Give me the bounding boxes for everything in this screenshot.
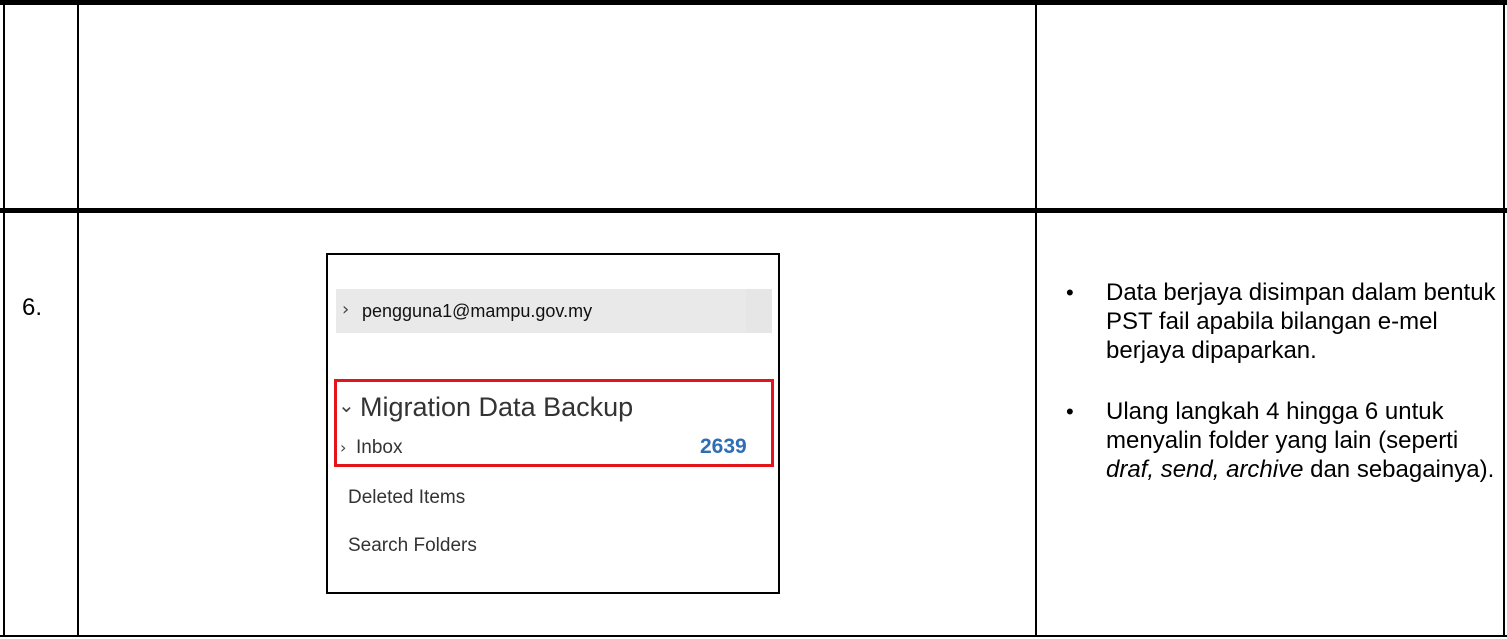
note-item: • Ulang langkah 4 hingga 6 untuk menyali… <box>1046 397 1496 484</box>
chevron-right-icon[interactable]: › <box>340 438 346 457</box>
note-italic-text: draf, send, archive <box>1106 456 1304 483</box>
table-top-border <box>0 0 1507 5</box>
row-divider <box>0 208 1507 213</box>
outlook-folder-pane-screenshot: › pengguna1@mampu.gov.my ⌄ Migration Dat… <box>326 253 780 594</box>
account-label: pengguna1@mampu.gov.my <box>362 301 593 321</box>
folder-search-folders[interactable]: Search Folders <box>348 535 477 557</box>
column-divider-1 <box>77 0 79 637</box>
inbox-label[interactable]: Inbox <box>356 437 402 459</box>
table-bottom-border <box>0 635 1507 637</box>
bullet-icon: • <box>1066 399 1074 424</box>
table-left-border <box>3 0 5 637</box>
note-item: • Data berjaya disimpan dalam bentuk PST… <box>1046 278 1496 365</box>
instruction-notes: • Data berjaya disimpan dalam bentuk PST… <box>1046 278 1496 484</box>
note-text: dan sebagainya). <box>1303 456 1495 483</box>
bullet-icon: • <box>1066 280 1074 305</box>
chevron-right-icon[interactable]: › <box>342 299 349 320</box>
note-text: Data berjaya disimpan dalam bentuk PST f… <box>1106 279 1496 364</box>
pst-folder-label[interactable]: Migration Data Backup <box>360 392 633 423</box>
step-number: 6. <box>22 294 43 321</box>
inbox-count-badge: 2639 <box>700 435 747 458</box>
account-row[interactable]: › pengguna1@mampu.gov.my <box>336 289 772 333</box>
chevron-down-icon[interactable]: ⌄ <box>338 393 355 417</box>
note-text: Ulang langkah 4 hingga 6 untuk menyalin … <box>1106 398 1459 454</box>
table-right-border <box>1503 0 1505 637</box>
folder-deleted-items[interactable]: Deleted Items <box>348 487 465 509</box>
column-divider-2 <box>1035 0 1037 637</box>
